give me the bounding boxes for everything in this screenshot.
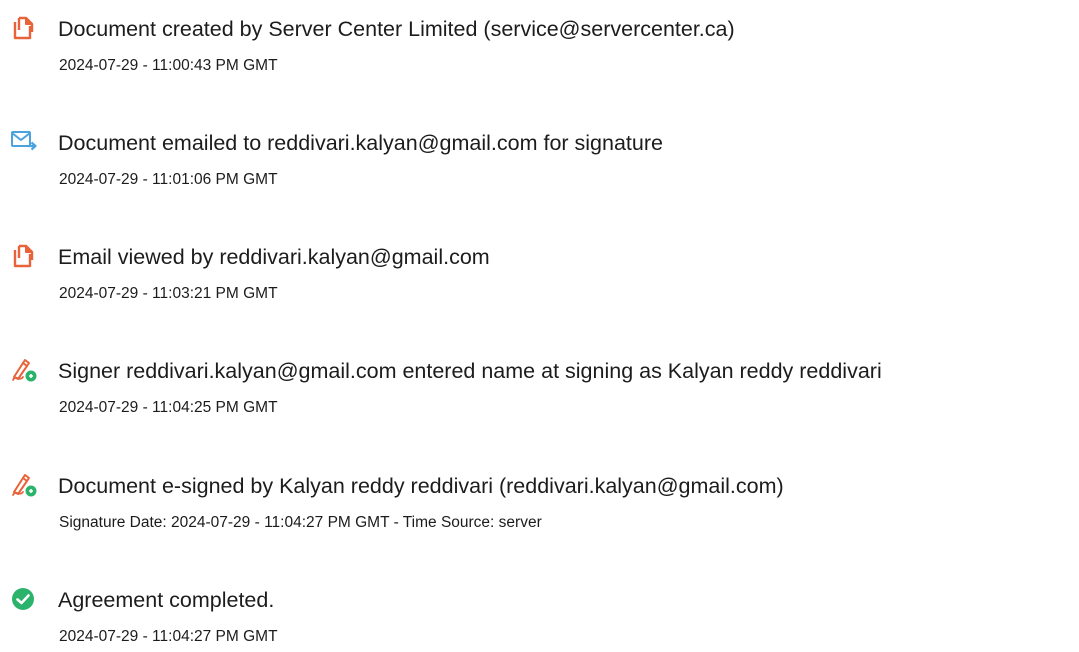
event-title: Signer reddivari.kalyan@gmail.com entere…: [58, 359, 882, 383]
event-title: Document e-signed by Kalyan reddy reddiv…: [58, 474, 784, 498]
check-circle-icon: [10, 586, 36, 612]
event-timestamp: Signature Date: 2024-07-29 - 11:04:27 PM…: [59, 514, 542, 531]
event-title: Email viewed by reddivari.kalyan@gmail.c…: [58, 245, 490, 269]
event-timestamp: 2024-07-29 - 11:03:21 PM GMT: [59, 285, 278, 302]
event-timestamp: 2024-07-29 - 11:04:25 PM GMT: [59, 399, 278, 416]
esign-pen-icon: [10, 472, 37, 498]
document-icon: [10, 243, 36, 269]
event-title: Agreement completed.: [58, 588, 275, 612]
event-timestamp: 2024-07-29 - 11:04:27 PM GMT: [59, 628, 278, 645]
event-title: Document created by Server Center Limite…: [58, 17, 735, 41]
email-send-icon: [10, 129, 37, 155]
document-icon: [10, 15, 36, 41]
event-timestamp: 2024-07-29 - 11:01:06 PM GMT: [59, 171, 278, 188]
event-title: Document emailed to reddivari.kalyan@gma…: [58, 131, 663, 155]
event-timestamp: 2024-07-29 - 11:00:43 PM GMT: [59, 57, 278, 74]
esign-pen-icon: [10, 357, 37, 383]
